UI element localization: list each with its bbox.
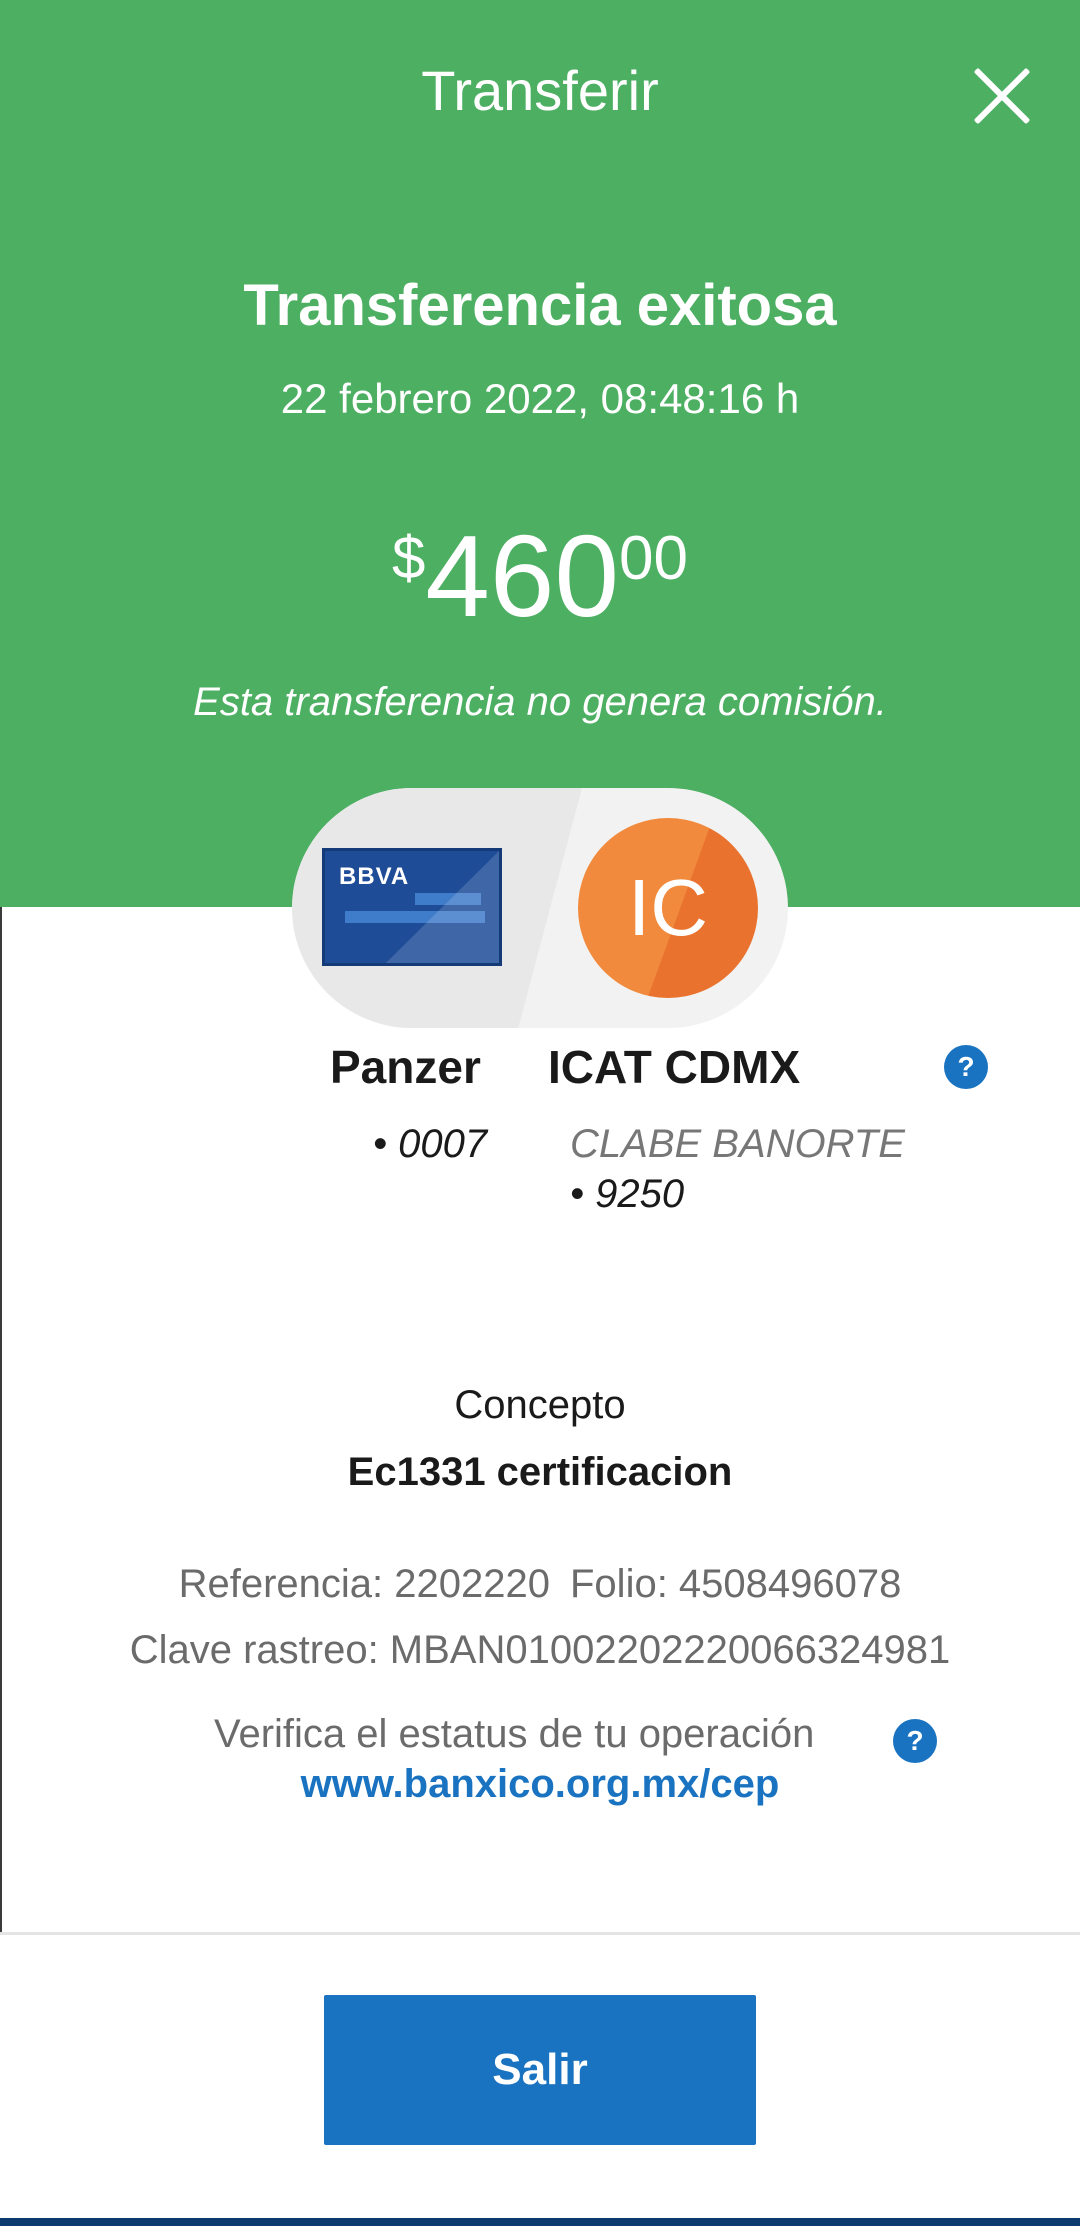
recipient-bank: CLABE BANORTE <box>570 1122 905 1166</box>
help-icon[interactable]: ? <box>944 1045 988 1089</box>
card-brand-logo: BBVA <box>339 863 410 890</box>
status-title: Transferencia exitosa <box>243 273 837 338</box>
header-background <box>0 0 1080 907</box>
exit-button[interactable]: Salir <box>324 1995 756 2145</box>
close-icon[interactable] <box>970 65 1032 127</box>
verify-status-text: Verifica el estatus de tu operación <box>214 1712 815 1756</box>
recipient-avatar: IC <box>578 818 758 998</box>
tracking-key: Clave rastreo: MBAN01002202220066324981 <box>129 1628 951 1672</box>
header-title: Transferir <box>421 59 659 122</box>
source-card-icon: BBVA <box>322 848 502 966</box>
reference-folio-line: Referencia: 2202220 Folio: 4508496078 <box>0 1562 1080 1607</box>
recipient-name: ICAT CDMX <box>548 1041 801 1093</box>
amount-cents: 00 <box>618 524 688 593</box>
concept-value: Ec1331 certificacion <box>347 1450 733 1494</box>
banxico-cep-link[interactable]: www.banxico.org.mx/cep <box>0 1762 1080 1807</box>
divider <box>0 1932 1080 1935</box>
transfer-amount: $46000 <box>0 518 1080 634</box>
bottom-bar <box>0 2218 1080 2226</box>
amount-integer: 460 <box>425 511 619 641</box>
source-account-number: • 0007 <box>373 1122 488 1166</box>
reference-value: Referencia: 2202220 <box>178 1562 550 1606</box>
amount-currency: $ <box>392 524 426 591</box>
help-icon[interactable]: ? <box>893 1719 937 1763</box>
concept-label: Concepto <box>454 1383 626 1427</box>
source-account-name: Panzer <box>330 1041 481 1093</box>
folio-value: Folio: 4508496078 <box>570 1562 902 1606</box>
recipient-account-number: • 9250 <box>570 1172 685 1216</box>
transfer-datetime: 22 febrero 2022, 08:48:16 h <box>280 375 800 422</box>
fee-note: Esta transferencia no genera comisión. <box>193 680 887 724</box>
